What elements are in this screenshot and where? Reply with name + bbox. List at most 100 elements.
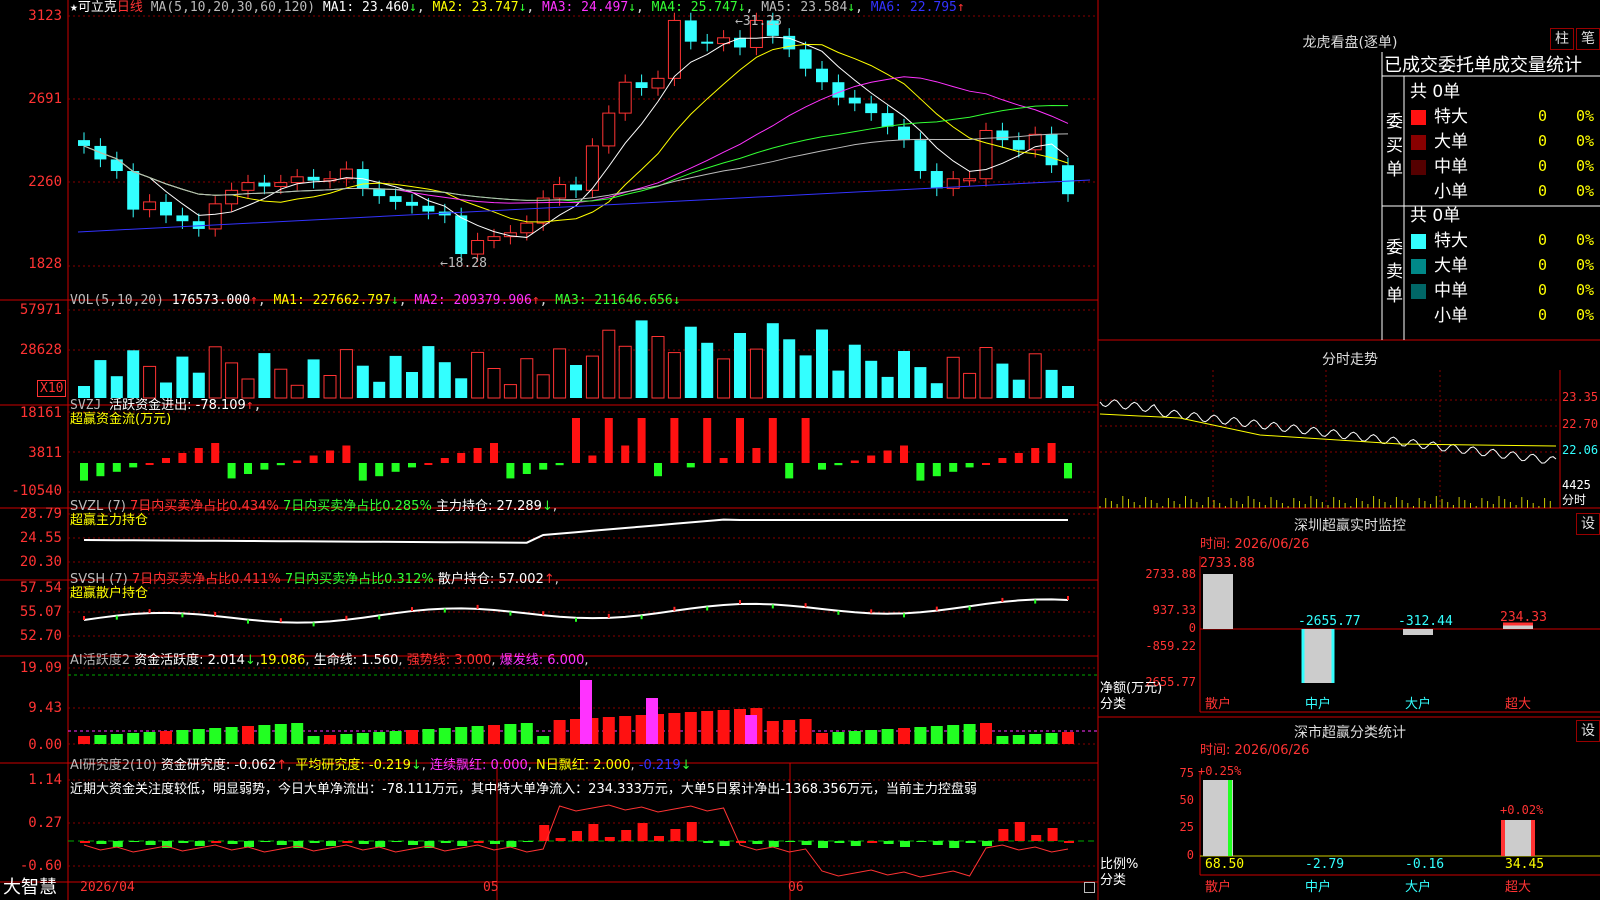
ai1-bar	[766, 721, 779, 744]
ai1-bar	[553, 720, 566, 744]
volume-bar	[225, 362, 239, 399]
volume-bar	[339, 349, 353, 399]
volume-bar	[389, 355, 402, 398]
tick-mode-button[interactable]: 笔	[1576, 28, 1600, 50]
svzj-bar	[260, 463, 269, 470]
lock-icon[interactable]	[1084, 882, 1095, 893]
ai1-bar	[914, 727, 927, 744]
volume-bar	[1062, 386, 1074, 398]
volume-bar	[602, 329, 616, 399]
monitor-settings-button[interactable]: 设	[1576, 513, 1600, 535]
candle-body	[963, 178, 977, 182]
svzj-bar	[1031, 448, 1040, 463]
ai2-bar	[1047, 828, 1058, 841]
volume-bar	[635, 320, 648, 398]
mon-ytick-2: 937.33	[1152, 603, 1196, 617]
volume-bar	[176, 356, 189, 398]
ma1-value: MA1: 23.460	[322, 0, 409, 15]
volume-bar	[127, 350, 140, 398]
svzj-bar	[424, 463, 433, 465]
buy-row-swatch	[1411, 135, 1426, 150]
ai2-bar	[145, 841, 156, 845]
svzj-bar	[654, 463, 662, 477]
ai2-bar	[818, 841, 828, 848]
svzj-bar	[309, 455, 318, 463]
svzj-bar	[276, 463, 285, 466]
candle-body	[684, 20, 697, 42]
svzj-bar	[621, 445, 630, 463]
ai1-bar	[980, 723, 992, 744]
sell-row-swatch	[1411, 234, 1426, 249]
volume-bar	[110, 376, 123, 398]
ai2-bar	[457, 841, 468, 846]
volume-bar	[1045, 369, 1058, 398]
candle-body	[930, 171, 943, 189]
volume-bar	[816, 329, 828, 398]
ai1-bar	[488, 725, 500, 744]
buy-row-label: 小单	[1434, 182, 1468, 202]
ai1-bar	[356, 733, 369, 744]
candle-body	[816, 68, 828, 83]
monitor-time: 时间: 2026/06/26	[1200, 537, 1310, 552]
ai2-bar	[326, 841, 336, 846]
ai1-bar	[258, 725, 271, 744]
ai2-bar	[129, 841, 140, 842]
ai2-bar	[703, 841, 714, 843]
date-tick-2: 05	[483, 880, 499, 895]
volume-bar	[570, 365, 582, 398]
svzj-bar	[916, 463, 925, 481]
volume-bar	[290, 384, 304, 399]
svzj-bar	[342, 445, 351, 463]
ai1-bar	[291, 723, 304, 744]
lhb-header: 已成交委托单成交量统计	[1384, 55, 1582, 76]
ai2-bar	[670, 829, 681, 841]
mon-ytick-4: -859.22	[1145, 639, 1196, 653]
svzj-bar	[686, 463, 695, 468]
ai2-bar	[1014, 822, 1025, 841]
ai1-bar	[898, 728, 910, 744]
ma4-value: MA4: 25.747	[651, 0, 738, 15]
volume-bar	[438, 362, 451, 398]
sell-row-label: 特大	[1434, 231, 1468, 251]
mon-ytick-1: 2733.88	[1145, 567, 1196, 581]
mon-category-label: 散户	[1205, 697, 1232, 712]
ai1-bar	[701, 711, 714, 744]
svzj-bar	[932, 463, 941, 477]
ai2-bar	[736, 841, 746, 843]
ai2-bar	[276, 841, 287, 845]
ai1-bar	[963, 724, 976, 744]
candle-body	[832, 82, 845, 98]
ai2-bar	[194, 841, 205, 846]
candle-body	[1045, 134, 1058, 166]
volume-bar	[356, 365, 369, 398]
svzj-bar	[965, 463, 974, 468]
svzj-bar	[1047, 443, 1056, 463]
svzj-bar	[129, 463, 138, 468]
ai1-bar	[947, 725, 960, 744]
ai2-bar	[112, 841, 123, 847]
ai2-bar	[834, 841, 845, 843]
svzj-bar	[555, 463, 564, 466]
ai2-bar	[440, 841, 451, 843]
volume-bar	[585, 355, 599, 399]
ai1-bar	[537, 736, 550, 744]
svzj-bar	[326, 450, 334, 463]
volume-bar	[930, 383, 943, 398]
svzj-bar	[867, 455, 876, 463]
ai2-ytick-2: 0.27	[28, 815, 62, 831]
candle-body	[78, 140, 90, 146]
mon-unit-1: 净额(万元)	[1100, 681, 1163, 696]
class-settings-button[interactable]: 设	[1576, 720, 1600, 742]
svzj-ytick-1: 18161	[19, 405, 62, 421]
ai1-bar	[192, 729, 205, 744]
svzl-ytick-3: 20.30	[19, 554, 62, 570]
ai2-ytick-3: -0.60	[19, 858, 62, 874]
ai1-bar	[78, 736, 90, 744]
ai1-bar	[816, 733, 828, 744]
volume-bar	[471, 351, 485, 399]
bar-mode-button[interactable]: 柱	[1550, 28, 1574, 50]
cls-bar-value: -2.79	[1305, 857, 1345, 872]
volume-bar	[192, 372, 205, 398]
candle-body	[274, 182, 288, 187]
fs-avg-line	[1099, 413, 1557, 447]
